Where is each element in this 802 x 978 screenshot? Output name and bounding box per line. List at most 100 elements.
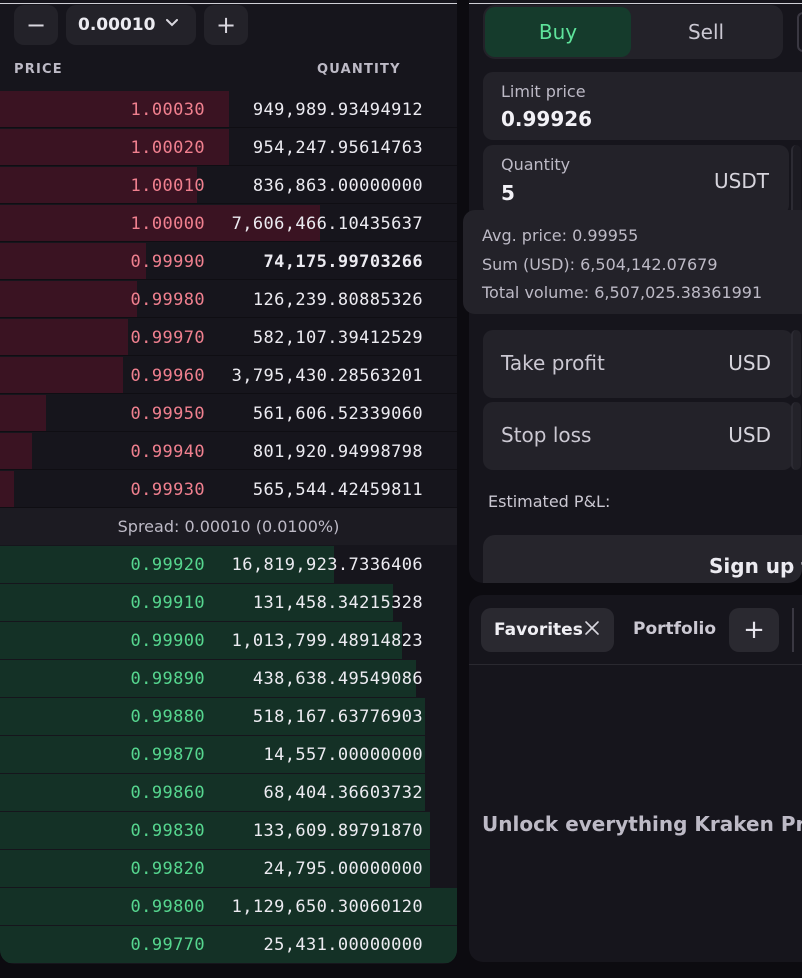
price-cell: 0.99950 (130, 404, 205, 424)
depth-bar (0, 243, 147, 279)
sum-text: Sum (USD): 6,504,142.07679 (482, 254, 718, 274)
quantity-cell: 68,404.36603732 (263, 783, 423, 803)
watchlist-tabs: Favorites Portfolio + (469, 595, 802, 665)
ask-row[interactable]: 0.99950 561,606.52339060 (0, 395, 457, 432)
order-summary-tooltip: Avg. price: 0.99955 Sum (USD): 6,504,142… (463, 210, 802, 314)
unlock-message: Unlock everything Kraken Pro h (482, 812, 802, 836)
price-cell: 0.99960 (130, 366, 205, 386)
quantity-value: 5 (501, 181, 515, 205)
bid-row[interactable]: 0.99920 16,819,923.7336406 (0, 546, 457, 583)
quantity-unit-switch[interactable] (791, 145, 801, 215)
divider (792, 608, 794, 652)
quantity-cell: 14,557.00000000 (263, 745, 423, 765)
signup-button[interactable]: Sign up to (483, 535, 802, 583)
bid-row[interactable]: 0.99860 68,404.36603732 (0, 774, 457, 811)
ask-row[interactable]: 1.00000 7,606,466.10435637 (0, 205, 457, 242)
divider (0, 3, 457, 4)
limit-price-field[interactable]: Limit price 0.99926 (483, 72, 802, 140)
add-tab-button[interactable]: + (729, 608, 779, 652)
take-profit-side-control[interactable] (791, 330, 801, 398)
bid-row[interactable]: 0.99890 438,638.49549086 (0, 660, 457, 697)
quantity-field[interactable]: Quantity 5 USDT (483, 145, 789, 215)
increase-step-button[interactable]: + (204, 5, 248, 45)
price-cell: 0.99870 (130, 745, 205, 765)
price-cell: 0.99980 (130, 290, 205, 310)
quantity-cell: 438,638.49549086 (252, 669, 423, 689)
price-cell: 0.99820 (130, 859, 205, 879)
quantity-cell: 126,239.80885326 (252, 290, 423, 310)
stop-loss-label: Stop loss (501, 423, 592, 447)
ask-row[interactable]: 0.99940 801,920.94998798 (0, 433, 457, 470)
quantity-cell: 74,175.99703266 (263, 252, 423, 272)
quantity-label: Quantity (501, 155, 571, 174)
ask-row[interactable]: 1.00010 836,863.00000000 (0, 167, 457, 204)
close-icon[interactable] (584, 620, 600, 636)
ask-row[interactable]: 0.99930 565,544.42459811 (0, 471, 457, 508)
bid-row[interactable]: 0.99820 24,795.00000000 (0, 850, 457, 887)
price-cell: 0.99920 (130, 555, 205, 575)
side-toggle: Buy Sell (483, 5, 783, 59)
limit-price-value: 0.99926 (501, 107, 593, 131)
depth-bar (0, 395, 46, 431)
signup-label: Sign up to (709, 554, 802, 578)
ask-row[interactable]: 0.99970 582,107.39412529 (0, 319, 457, 356)
ask-row[interactable]: 0.99980 126,239.80885326 (0, 281, 457, 318)
depth-bar (0, 471, 14, 507)
price-cell: 0.99990 (130, 252, 205, 272)
quantity-cell: 7,606,466.10435637 (231, 214, 423, 234)
bid-row[interactable]: 0.99770 25,431.00000000 (0, 926, 457, 963)
quantity-cell: 25,431.00000000 (263, 935, 423, 955)
quantity-cell: 582,107.39412529 (252, 328, 423, 348)
order-type-toggle-edge[interactable] (797, 12, 802, 52)
bid-row[interactable]: 0.99900 1,013,799.48914823 (0, 622, 457, 659)
depth-bar (0, 357, 124, 393)
plus-icon: + (743, 615, 765, 645)
quantity-unit: USDT (714, 169, 769, 193)
price-cell: 0.99900 (130, 631, 205, 651)
quantity-cell: 565,544.42459811 (252, 480, 423, 500)
quantity-cell: 131,458.34215328 (252, 593, 423, 613)
quantity-column-header: QUANTITY (317, 62, 401, 77)
depth-bar (0, 319, 128, 355)
quantity-cell: 836,863.00000000 (252, 176, 423, 196)
spread-indicator: Spread: 0.00010 (0.0100%) (0, 508, 457, 545)
price-cell: 1.00020 (130, 138, 205, 158)
order-book: − 0.00010 + PRICE QUANTITY 1.00030 949,98… (0, 0, 457, 964)
quantity-cell: 133,609.89791870 (252, 821, 423, 841)
watchlist-panel: Favorites Portfolio + Unlock everything … (469, 595, 802, 962)
bid-row[interactable]: 0.99870 14,557.00000000 (0, 736, 457, 773)
ask-row[interactable]: 1.00030 949,989.93494912 (0, 91, 457, 128)
price-cell: 1.00010 (130, 176, 205, 196)
bid-row[interactable]: 0.99910 131,458.34215328 (0, 584, 457, 621)
take-profit-field[interactable]: Take profit USD (483, 330, 793, 398)
tab-portfolio[interactable]: Portfolio (633, 619, 716, 639)
stop-loss-field[interactable]: Stop loss USD (483, 402, 793, 470)
bid-row[interactable]: 0.99880 518,167.63776903 (0, 698, 457, 735)
tab-favorites[interactable]: Favorites (481, 608, 614, 652)
price-cell: 0.99910 (130, 593, 205, 613)
price-step-value: 0.00010 (78, 15, 156, 35)
quantity-cell: 3,795,430.28563201 (231, 366, 423, 386)
take-profit-unit: USD (728, 351, 771, 375)
estimated-pnl-label: Estimated P&L: (488, 492, 611, 511)
stop-loss-side-control[interactable] (791, 402, 801, 470)
buy-tab[interactable]: Buy (485, 7, 631, 57)
bid-row[interactable]: 0.99830 133,609.89791870 (0, 812, 457, 849)
price-cell: 0.99930 (130, 480, 205, 500)
ask-row[interactable]: 1.00020 954,247.95614763 (0, 129, 457, 166)
price-column-header: PRICE (14, 62, 63, 77)
depth-bar (0, 281, 138, 317)
minus-icon: − (25, 11, 47, 39)
divider (469, 3, 802, 4)
ask-row[interactable]: 0.99960 3,795,430.28563201 (0, 357, 457, 394)
quantity-cell: 24,795.00000000 (263, 859, 423, 879)
price-step-select[interactable]: 0.00010 (66, 5, 196, 45)
sell-tab[interactable]: Sell (633, 7, 779, 57)
decrease-step-button[interactable]: − (14, 5, 58, 45)
bid-row[interactable]: 0.99800 1,129,650.30060120 (0, 888, 457, 925)
price-cell: 1.00030 (130, 100, 205, 120)
ask-row[interactable]: 0.99990 74,175.99703266 (0, 243, 457, 280)
take-profit-label: Take profit (501, 351, 605, 375)
quantity-cell: 518,167.63776903 (252, 707, 423, 727)
quantity-cell: 954,247.95614763 (252, 138, 423, 158)
